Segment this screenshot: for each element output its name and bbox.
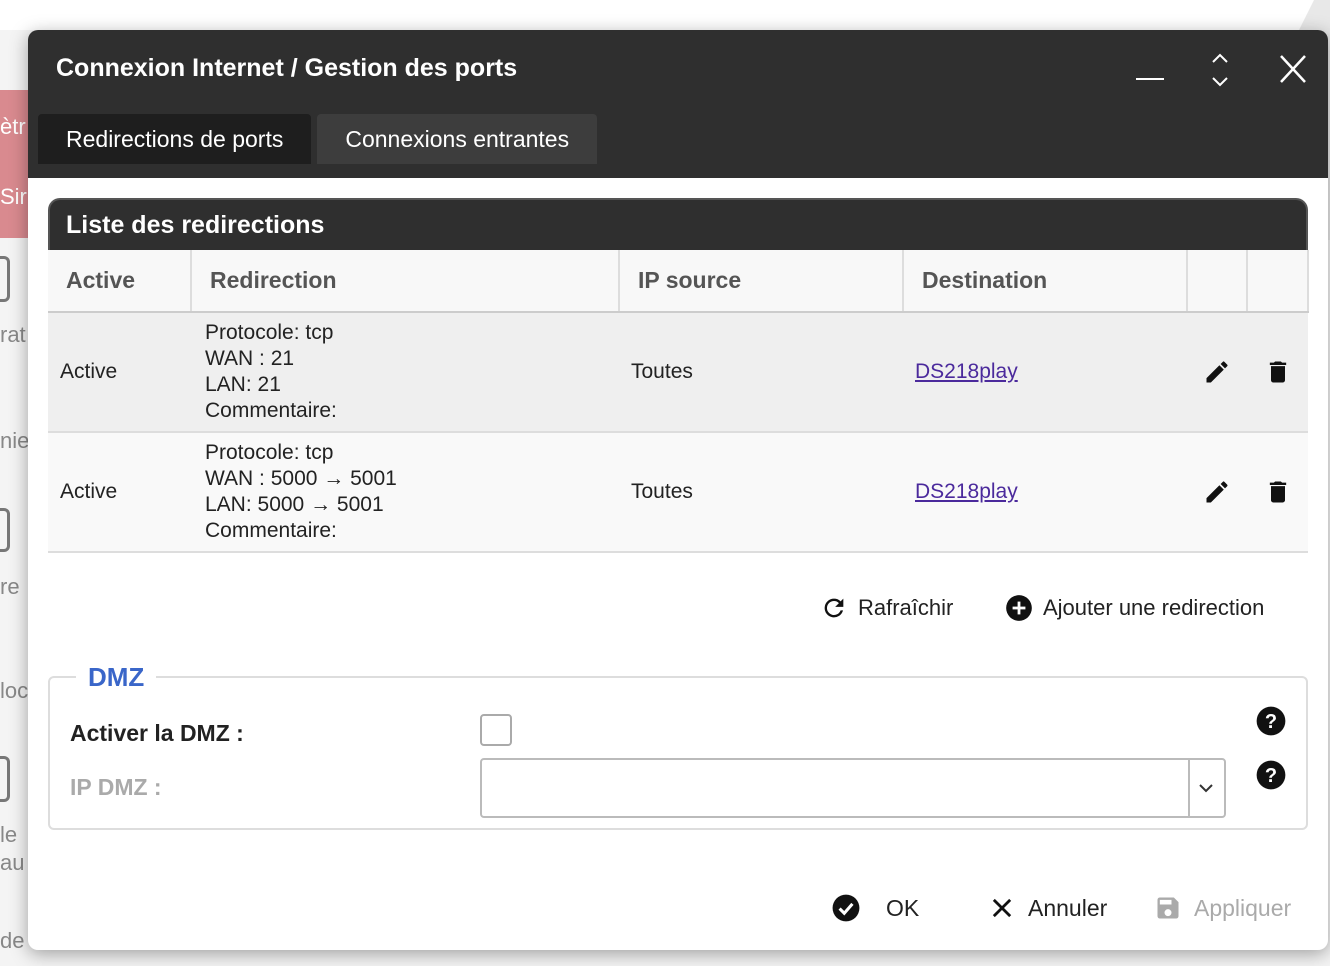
background-icon	[0, 508, 10, 552]
background-text: loc	[0, 678, 29, 703]
redirections-title: Liste des redirections	[48, 198, 1308, 250]
cell-active: Active	[48, 432, 191, 553]
trash-icon[interactable]	[1264, 478, 1292, 506]
cell-delete	[1247, 312, 1308, 433]
tab-incoming-connections[interactable]: Connexions entrantes	[317, 114, 598, 164]
trash-icon[interactable]	[1264, 358, 1292, 386]
table-row[interactable]: Active Protocole: tcp WAN : 5000 → 5001 …	[48, 432, 1308, 553]
cell-active: Active	[48, 312, 191, 433]
close-icon[interactable]	[1273, 52, 1313, 88]
select-divider	[1188, 760, 1190, 816]
refresh-icon	[820, 594, 848, 622]
check-circle-icon	[832, 894, 860, 922]
column-header-delete	[1247, 250, 1309, 313]
background-text: Sir	[0, 184, 27, 209]
redirections-table: Active Redirection IP source Destination…	[48, 250, 1309, 553]
redirection-comment: Commentaire:	[205, 399, 337, 422]
add-redirection-button[interactable]: Ajouter une redirection	[1005, 594, 1264, 622]
redirection-wan: WAN : 5000 → 5001	[205, 467, 397, 490]
plus-circle-icon	[1005, 594, 1033, 622]
background-icon	[0, 256, 10, 302]
dmz-legend: DMZ	[76, 662, 157, 693]
svg-text:?: ?	[1265, 711, 1277, 733]
help-icon[interactable]: ?	[1256, 706, 1286, 736]
redirection-wan: WAN : 21	[205, 347, 295, 370]
tab-bar: Redirections de ports Connexions entrant…	[38, 114, 598, 164]
cell-ip-source: Toutes	[619, 432, 903, 553]
redirection-protocol: Protocole: tcp	[205, 441, 334, 464]
column-header-destination[interactable]: Destination	[903, 250, 1188, 313]
close-x-icon	[988, 894, 1016, 922]
enable-dmz-label: Activer la DMZ :	[70, 720, 244, 746]
ok-label: OK	[886, 894, 920, 921]
dmz-fieldset: DMZ Activer la DMZ : ? IP DMZ : ?	[48, 662, 1308, 830]
dialog-header: Connexion Internet / Gestion des ports R…	[28, 30, 1328, 178]
cell-destination: DS218play	[903, 432, 1187, 553]
cell-edit	[1187, 312, 1247, 433]
cell-redirection: Protocole: tcp WAN : 21 LAN: 21 Commenta…	[191, 312, 619, 433]
background-text: re	[0, 574, 20, 599]
background-text: ètr	[0, 114, 26, 139]
enable-dmz-checkbox[interactable]	[480, 714, 512, 746]
column-header-edit	[1187, 250, 1248, 313]
tab-port-redirections[interactable]: Redirections de ports	[38, 114, 312, 164]
redirection-lan: LAN: 5000 → 5001	[205, 493, 384, 516]
redirection-lan: LAN: 21	[205, 373, 281, 396]
maximize-icon[interactable]	[1200, 52, 1240, 88]
cell-destination: DS218play	[903, 312, 1187, 433]
cancel-label: Annuler	[1028, 894, 1108, 921]
table-header-row: Active Redirection IP source Destination	[48, 250, 1309, 313]
background-text: nie	[0, 428, 30, 453]
destination-link[interactable]: DS218play	[915, 480, 1018, 503]
cell-edit	[1187, 432, 1247, 553]
background-text: au	[0, 850, 25, 875]
save-icon	[1154, 894, 1182, 922]
cell-delete	[1247, 432, 1308, 553]
redirection-protocol: Protocole: tcp	[205, 321, 334, 344]
apply-label: Appliquer	[1194, 894, 1292, 921]
cancel-button[interactable]: Annuler	[988, 894, 1107, 922]
ok-button[interactable]: OK	[832, 894, 919, 922]
refresh-label: Rafraîchir	[858, 595, 954, 620]
dialog-title: Connexion Internet / Gestion des ports	[56, 54, 518, 82]
chevron-down-icon	[1199, 784, 1213, 793]
background-text: rat	[0, 322, 26, 347]
port-management-dialog: Connexion Internet / Gestion des ports R…	[28, 30, 1328, 950]
redirections-panel: Liste des redirections Active Redirectio…	[48, 198, 1309, 553]
background-topbar	[0, 0, 1330, 30]
minimize-icon[interactable]	[1130, 52, 1170, 88]
svg-text:?: ?	[1265, 765, 1277, 787]
background-text: le	[0, 822, 18, 847]
cell-redirection: Protocole: tcp WAN : 5000 → 5001 LAN: 50…	[191, 432, 619, 553]
help-icon[interactable]: ?	[1256, 760, 1286, 790]
column-header-active[interactable]: Active	[48, 250, 192, 313]
destination-link[interactable]: DS218play	[915, 360, 1018, 383]
redirection-comment: Commentaire:	[205, 519, 337, 542]
background-icon	[0, 756, 10, 802]
cell-ip-source: Toutes	[619, 312, 903, 433]
dmz-ip-label: IP DMZ :	[70, 774, 162, 800]
edit-pencil-icon[interactable]	[1203, 478, 1231, 506]
column-header-redirection[interactable]: Redirection	[191, 250, 620, 313]
column-header-ip-source[interactable]: IP source	[619, 250, 904, 313]
background-text: de	[0, 928, 25, 953]
dmz-ip-select[interactable]	[480, 758, 1226, 818]
refresh-button[interactable]: Rafraîchir	[820, 594, 953, 622]
apply-button[interactable]: Appliquer	[1154, 894, 1291, 922]
add-redirection-label: Ajouter une redirection	[1043, 595, 1265, 620]
edit-pencil-icon[interactable]	[1203, 358, 1231, 386]
table-row[interactable]: Active Protocole: tcp WAN : 21 LAN: 21 C…	[48, 312, 1308, 433]
